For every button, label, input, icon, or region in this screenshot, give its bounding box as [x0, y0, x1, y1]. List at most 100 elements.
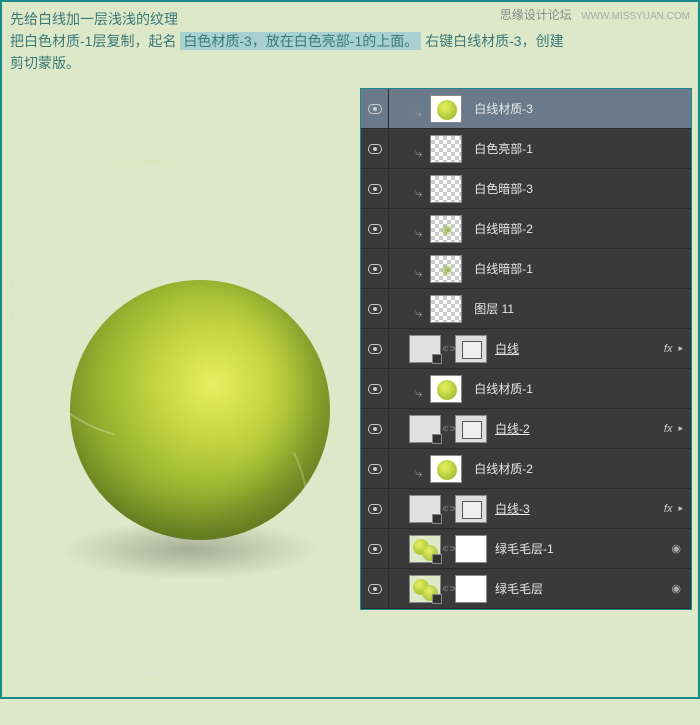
visibility-toggle[interactable] [361, 369, 389, 408]
link-icon[interactable]: ⊂⊃ [445, 535, 453, 563]
layer-row[interactable]: ⤷ 图层 11 [361, 289, 691, 329]
layer-thumbnail[interactable] [430, 215, 462, 243]
highlighted-text: 白色材质-3，放在白色亮部-1的上面。 [180, 32, 421, 50]
eye-icon [368, 424, 382, 434]
fx-badge-icon[interactable]: fx [664, 343, 673, 355]
layers-panel[interactable]: ⤷ 白线材质-3 ⤷ 白色亮部-1 ⤷ 白色暗部-3 ⤷ 白线暗部-2 ⤷ 白线暗部-1 ⤷ 图层 1… [360, 88, 692, 610]
clip-indicator-icon: ⤷ [415, 105, 422, 121]
layer-name-label[interactable]: 白线-2 [495, 420, 664, 437]
layer-name-label[interactable]: 白色暗部-3 [474, 180, 691, 197]
eye-icon [368, 224, 382, 234]
visibility-toggle[interactable] [361, 169, 389, 208]
layer-thumbnail[interactable] [409, 495, 441, 523]
layer-thumbnail[interactable] [430, 135, 462, 163]
watermark-url: WWW.MISSYUAN.COM [581, 11, 690, 22]
layer-row[interactable]: ⊂⊃ 白线-2fx ▸ [361, 409, 691, 449]
eye-icon [368, 504, 382, 514]
layer-row[interactable]: ⊂⊃ 绿毛毛层-1◉ [361, 529, 691, 569]
layer-name-label[interactable]: 图层 11 [474, 300, 691, 317]
clip-indicator-icon: ⤷ [415, 265, 422, 281]
watermark-main: 思缘设计论坛 [500, 8, 572, 22]
visibility-toggle[interactable] [361, 449, 389, 488]
visibility-toggle[interactable] [361, 249, 389, 288]
eye-icon [368, 464, 382, 474]
fx-badge-icon[interactable]: fx [664, 503, 673, 515]
visibility-toggle[interactable] [361, 569, 389, 608]
link-icon[interactable]: ⊂⊃ [445, 335, 453, 363]
eye-icon [368, 304, 382, 314]
clip-indicator-icon: ⤷ [415, 305, 422, 321]
layer-mask-thumbnail[interactable] [455, 415, 487, 443]
layer-row[interactable]: ⤷ 白线暗部-1 [361, 249, 691, 289]
layer-name-label[interactable]: 绿毛毛层-1 [495, 540, 671, 557]
lock-icon: ◉ [671, 542, 681, 555]
layer-thumbnail[interactable] [409, 535, 441, 563]
layer-row[interactable]: ⤷ 白线材质-1 [361, 369, 691, 409]
visibility-toggle[interactable] [361, 289, 389, 328]
visibility-toggle[interactable] [361, 89, 389, 128]
layer-thumbnail[interactable] [409, 335, 441, 363]
clip-indicator-icon: ⤷ [415, 225, 422, 241]
layer-row[interactable]: ⤷ 白色亮部-1 [361, 129, 691, 169]
layer-row[interactable]: ⤷ 白线暗部-2 [361, 209, 691, 249]
layer-mask-thumbnail[interactable] [455, 575, 487, 603]
expand-arrow-icon[interactable]: ▸ [678, 423, 683, 434]
watermark: 思缘设计论坛 WWW.MISSYUAN.COM [500, 6, 690, 23]
layer-mask-thumbnail[interactable] [455, 535, 487, 563]
layer-name-label[interactable]: 白线材质-1 [474, 380, 691, 397]
layer-row[interactable]: ⊂⊃ 绿毛毛层◉ [361, 569, 691, 609]
clip-indicator-icon: ⤷ [415, 185, 422, 201]
instruction-line-3: 剪切蒙版。 [10, 52, 690, 74]
clip-indicator-icon: ⤷ [415, 465, 422, 481]
eye-icon [368, 264, 382, 274]
layer-row[interactable]: ⤷ 白线材质-2 [361, 449, 691, 489]
layer-name-label[interactable]: 白线暗部-1 [474, 260, 691, 277]
layer-name-label[interactable]: 白色亮部-1 [474, 140, 691, 157]
expand-arrow-icon[interactable]: ▸ [678, 343, 683, 354]
visibility-toggle[interactable] [361, 489, 389, 528]
layer-name-label[interactable]: 绿毛毛层 [495, 580, 671, 597]
visibility-toggle[interactable] [361, 329, 389, 368]
canvas-preview [40, 250, 360, 570]
eye-icon [368, 384, 382, 394]
layer-name-label[interactable]: 白线材质-3 [474, 100, 691, 117]
layer-name-label[interactable]: 白线 [495, 340, 664, 357]
layer-thumbnail[interactable] [430, 255, 462, 283]
layer-thumbnail[interactable] [430, 375, 462, 403]
layer-thumbnail[interactable] [430, 295, 462, 323]
layer-thumbnail[interactable] [430, 95, 462, 123]
layer-name-label[interactable]: 白线材质-2 [474, 460, 691, 477]
layer-thumbnail[interactable] [409, 415, 441, 443]
visibility-toggle[interactable] [361, 129, 389, 168]
layer-thumbnail[interactable] [409, 575, 441, 603]
layer-row[interactable]: ⊂⊃ 白线-3fx ▸ [361, 489, 691, 529]
eye-icon [368, 544, 382, 554]
tennis-ball [70, 280, 330, 540]
layer-row[interactable]: ⤷ 白色暗部-3 [361, 169, 691, 209]
layer-thumbnail[interactable] [430, 455, 462, 483]
lock-icon: ◉ [671, 582, 681, 595]
visibility-toggle[interactable] [361, 529, 389, 568]
eye-icon [368, 344, 382, 354]
link-icon[interactable]: ⊂⊃ [445, 415, 453, 443]
layer-name-label[interactable]: 白线暗部-2 [474, 220, 691, 237]
layer-row[interactable]: ⊂⊃ 白线fx ▸ [361, 329, 691, 369]
layer-row[interactable]: ⤷ 白线材质-3 [361, 89, 691, 129]
layer-thumbnail[interactable] [430, 175, 462, 203]
layer-mask-thumbnail[interactable] [455, 335, 487, 363]
layer-mask-thumbnail[interactable] [455, 495, 487, 523]
eye-icon [368, 104, 382, 114]
eye-icon [368, 184, 382, 194]
eye-icon [368, 584, 382, 594]
visibility-toggle[interactable] [361, 209, 389, 248]
layer-name-label[interactable]: 白线-3 [495, 500, 664, 517]
visibility-toggle[interactable] [361, 409, 389, 448]
clip-indicator-icon: ⤷ [415, 145, 422, 161]
instruction-line-2: 把白色材质-1层复制，起名 白色材质-3，放在白色亮部-1的上面。 右键白线材质… [10, 30, 690, 52]
link-icon[interactable]: ⊂⊃ [445, 575, 453, 603]
expand-arrow-icon[interactable]: ▸ [678, 503, 683, 514]
fx-badge-icon[interactable]: fx [664, 423, 673, 435]
clip-indicator-icon: ⤷ [415, 385, 422, 401]
eye-icon [368, 144, 382, 154]
link-icon[interactable]: ⊂⊃ [445, 495, 453, 523]
